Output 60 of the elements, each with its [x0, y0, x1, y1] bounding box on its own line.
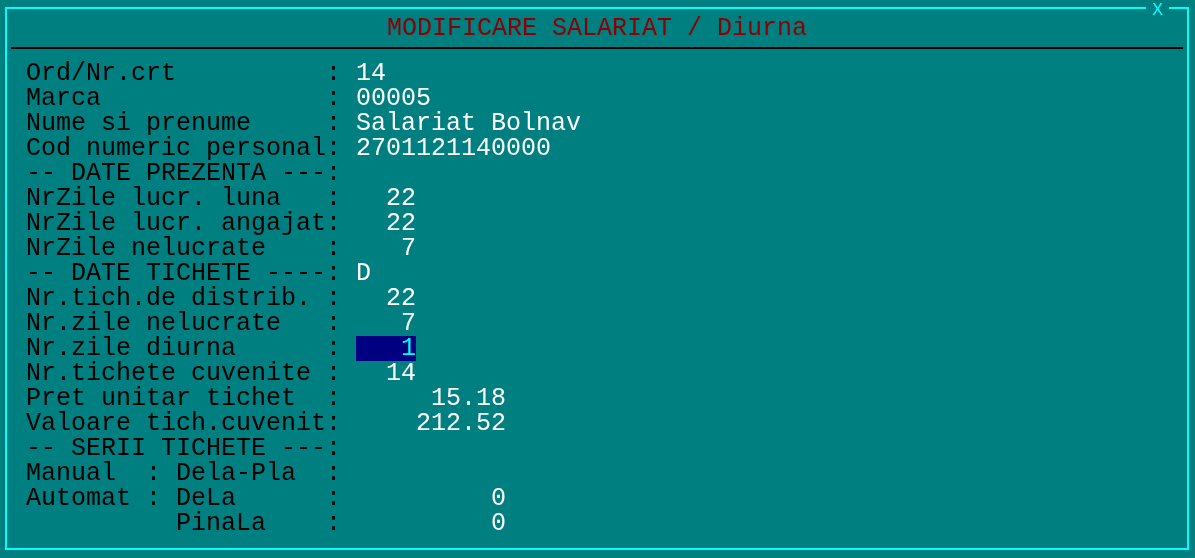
field-value[interactable]: 0 [356, 486, 507, 511]
colon: : [326, 186, 343, 211]
colon: : [326, 511, 343, 536]
colon: : [326, 86, 343, 111]
colon: : [326, 261, 343, 286]
field-label: Nr.tich.de distrib. [26, 286, 313, 311]
field-value[interactable]: 0 [356, 511, 507, 536]
colon: : [326, 286, 343, 311]
field-value[interactable]: 14 [356, 61, 387, 86]
field-label: Automat [26, 486, 133, 511]
field-value[interactable]: Salariat Bolnav [356, 111, 582, 136]
colon: : [146, 486, 163, 511]
field-label: NrZile lucr. luna [26, 186, 282, 211]
field-label: Nr.zile nelucrate [26, 311, 283, 336]
field-label: Ord/Nr.crt [26, 61, 178, 86]
field-value[interactable]: 14 [356, 361, 417, 386]
field-label: Nume si prenume [26, 111, 252, 136]
colon: : [326, 336, 343, 361]
colon: : [326, 486, 343, 511]
field-value[interactable]: 1 [356, 336, 417, 361]
field-value[interactable]: 22 [356, 211, 417, 236]
close-button[interactable]: X [1146, 2, 1169, 18]
field-label: Manual [26, 461, 117, 486]
field-value[interactable]: 15.18 [356, 386, 507, 411]
window-title: MODIFICARE SALARIAT / Diurna [386, 13, 808, 43]
section-heading: -- SERII TICHETE --- [26, 436, 327, 461]
field-label: Nr.zile diurna [26, 336, 237, 361]
field-value[interactable]: 2701121140000 [356, 136, 552, 161]
field-value[interactable]: 00005 [356, 86, 432, 111]
colon: : [146, 461, 163, 486]
field-label: Cod numeric personal [26, 136, 327, 161]
field-label: DeLa [176, 486, 237, 511]
field-value[interactable]: 212.52 [356, 411, 507, 436]
colon: : [326, 311, 343, 336]
field-label: NrZile nelucrate [26, 236, 267, 261]
field-value[interactable]: D [356, 261, 372, 286]
colon: : [326, 161, 343, 186]
field-label: PinaLa [176, 511, 268, 536]
colon: : [326, 61, 343, 86]
field-label: Nr.tichete cuvenite [26, 361, 313, 386]
field-value[interactable]: 7 [356, 236, 417, 261]
field-value[interactable]: 22 [356, 286, 417, 311]
colon: : [326, 461, 343, 486]
colon: : [326, 136, 343, 161]
field-label: Marca [26, 86, 102, 111]
section-heading: -- DATE PREZENTA --- [26, 161, 327, 186]
colon: : [326, 411, 343, 436]
field-value[interactable]: 7 [356, 311, 417, 336]
colon: : [326, 386, 343, 411]
field-label: Dela-Pla [176, 461, 298, 486]
field-label: Valoare tich.cuvenit [26, 411, 327, 436]
colon: : [326, 361, 343, 386]
field-label: Pret unitar tichet [26, 386, 297, 411]
colon: : [326, 211, 343, 236]
field-label: NrZile lucr. angajat [26, 211, 327, 236]
field-value[interactable]: 22 [356, 186, 417, 211]
section-heading: -- DATE TICHETE ---- [26, 261, 327, 286]
colon: : [326, 111, 343, 136]
colon: : [326, 436, 343, 461]
colon: : [326, 236, 343, 261]
